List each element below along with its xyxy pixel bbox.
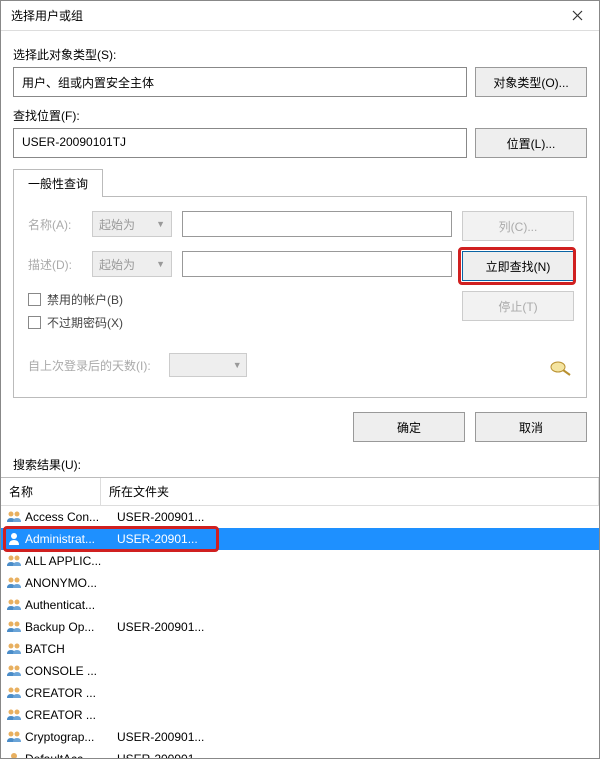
group-icon xyxy=(5,729,23,745)
group-icon xyxy=(5,619,23,635)
list-item[interactable]: Administrat...USER-20901... xyxy=(1,528,599,550)
item-folder: USER-200901... xyxy=(117,752,599,758)
window-title: 选择用户或组 xyxy=(11,7,83,24)
titlebar: 选择用户或组 xyxy=(1,1,599,31)
group-icon xyxy=(5,641,23,657)
name-combo[interactable]: 起始为 ▼ xyxy=(92,211,172,237)
name-input[interactable] xyxy=(182,211,452,237)
column-headers: 名称 所在文件夹 xyxy=(1,478,599,506)
list-item[interactable]: ALL APPLIC... xyxy=(1,550,599,572)
desc-combo[interactable]: 起始为 ▼ xyxy=(92,251,172,277)
results-list: 名称 所在文件夹 Access Con...USER-200901...Admi… xyxy=(1,477,599,758)
noexpire-label: 不过期密码(X) xyxy=(47,314,123,331)
locations-button[interactable]: 位置(L)... xyxy=(475,128,587,158)
name-label: 名称(A): xyxy=(28,216,82,233)
group-icon xyxy=(5,597,23,613)
item-name: Administrat... xyxy=(25,532,117,546)
list-item[interactable]: CREATOR ... xyxy=(1,704,599,726)
list-item[interactable]: ANONYMO... xyxy=(1,572,599,594)
group-icon xyxy=(5,685,23,701)
ok-button[interactable]: 确定 xyxy=(353,412,465,442)
group-icon xyxy=(5,575,23,591)
chevron-down-icon: ▼ xyxy=(156,259,165,269)
tab-common-queries[interactable]: 一般性查询 xyxy=(13,169,103,197)
list-item[interactable]: DefaultAcc...USER-200901... xyxy=(1,748,599,758)
list-item[interactable]: CREATOR ... xyxy=(1,682,599,704)
user-icon xyxy=(5,531,23,547)
chevron-down-icon: ▼ xyxy=(233,360,242,370)
find-now-button[interactable]: 立即查找(N) xyxy=(462,251,574,281)
item-name: BATCH xyxy=(25,642,117,656)
list-item[interactable]: Authenticat... xyxy=(1,594,599,616)
item-folder: USER-20901... xyxy=(117,532,599,546)
user-icon xyxy=(5,751,23,758)
location-field: USER-20090101TJ xyxy=(13,128,467,158)
item-name: Authenticat... xyxy=(25,598,117,612)
cancel-button[interactable]: 取消 xyxy=(475,412,587,442)
item-name: ALL APPLIC... xyxy=(25,554,117,568)
days-label: 自上次登录后的天数(I): xyxy=(28,357,151,374)
stop-button[interactable]: 停止(T) xyxy=(462,291,574,321)
close-button[interactable] xyxy=(555,1,599,31)
query-form: 名称(A): 起始为 ▼ 描述(D): 起始为 ▼ xyxy=(28,211,452,377)
close-icon xyxy=(572,10,583,21)
item-name: CREATOR ... xyxy=(25,686,117,700)
item-name: Access Con... xyxy=(25,510,117,524)
item-folder: USER-200901... xyxy=(117,730,599,744)
side-buttons: 列(C)... 立即查找(N) 停止(T) xyxy=(462,211,572,377)
list-item[interactable]: BATCH xyxy=(1,638,599,660)
item-name: Backup Op... xyxy=(25,620,117,634)
list-item[interactable]: Cryptograp...USER-200901... xyxy=(1,726,599,748)
item-name: CONSOLE ... xyxy=(25,664,117,678)
group-icon xyxy=(5,663,23,679)
object-type-field: 用户、组或内置安全主体 xyxy=(13,67,467,97)
col-name-header[interactable]: 名称 xyxy=(1,478,101,505)
item-name: CREATOR ... xyxy=(25,708,117,722)
item-name: ANONYMO... xyxy=(25,576,117,590)
desc-input[interactable] xyxy=(182,251,452,277)
group-icon xyxy=(5,707,23,723)
disabled-label: 禁用的帐户(B) xyxy=(47,291,123,308)
desc-label: 描述(D): xyxy=(28,256,82,273)
col-folder-header[interactable]: 所在文件夹 xyxy=(101,478,599,505)
item-name: DefaultAcc... xyxy=(25,752,117,758)
list-item[interactable]: Access Con...USER-200901... xyxy=(1,506,599,528)
list-item[interactable]: CONSOLE ... xyxy=(1,660,599,682)
results-label: 搜索结果(U): xyxy=(1,456,599,477)
disabled-checkbox[interactable] xyxy=(28,293,41,306)
dialog-buttons: 确定 取消 xyxy=(1,398,599,456)
days-spinner[interactable]: ▼ xyxy=(169,353,247,377)
columns-button[interactable]: 列(C)... xyxy=(462,211,574,241)
dialog-content: 选择此对象类型(S): 用户、组或内置安全主体 对象类型(O)... 查找位置(… xyxy=(1,31,599,398)
magnifier-icon xyxy=(546,357,572,377)
tab-panel: 名称(A): 起始为 ▼ 描述(D): 起始为 ▼ xyxy=(13,196,587,398)
item-folder: USER-200901... xyxy=(117,510,599,524)
group-icon xyxy=(5,509,23,525)
group-icon xyxy=(5,553,23,569)
object-type-label: 选择此对象类型(S): xyxy=(13,46,587,63)
location-label: 查找位置(F): xyxy=(13,107,587,124)
noexpire-checkbox[interactable] xyxy=(28,316,41,329)
item-folder: USER-200901... xyxy=(117,620,599,634)
item-name: Cryptograp... xyxy=(25,730,117,744)
list-item[interactable]: Backup Op...USER-200901... xyxy=(1,616,599,638)
tab-host: 一般性查询 名称(A): 起始为 ▼ 描述(D): 起始为 ▼ xyxy=(13,168,587,398)
chevron-down-icon: ▼ xyxy=(156,219,165,229)
object-types-button[interactable]: 对象类型(O)... xyxy=(475,67,587,97)
